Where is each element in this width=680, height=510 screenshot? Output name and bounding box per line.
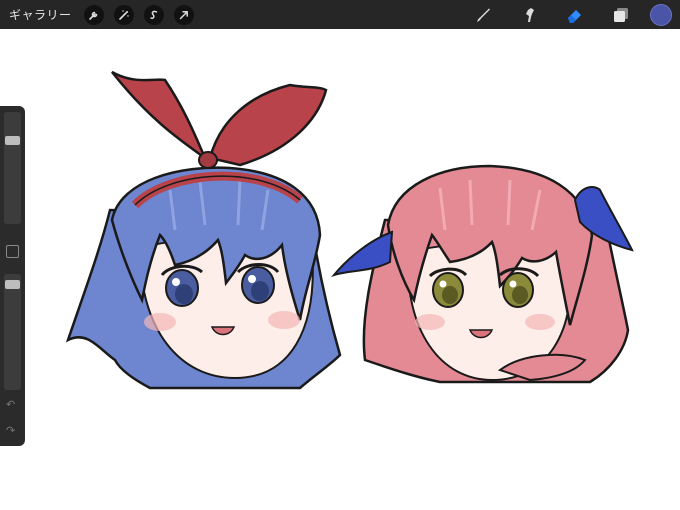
drawing-canvas[interactable]: [0, 29, 680, 510]
wrench-icon[interactable]: [83, 4, 104, 25]
selection-s-icon[interactable]: [143, 4, 164, 25]
color-picker-swatch[interactable]: [650, 3, 672, 26]
magic-wand-icon[interactable]: [113, 4, 134, 25]
eraser-icon[interactable]: [560, 0, 590, 29]
gallery-button[interactable]: ギャラリー: [9, 6, 72, 23]
pink-hair-girl-drawing: [331, 164, 634, 384]
top-toolbar: ギャラリー: [0, 0, 680, 29]
blue-hair-girl-drawing: [65, 70, 342, 390]
brush-icon[interactable]: [468, 0, 498, 29]
transform-arrow-icon[interactable]: [173, 4, 194, 25]
smudge-icon[interactable]: [514, 0, 544, 29]
layers-icon[interactable]: [606, 0, 636, 29]
right-tool-group: [452, 0, 680, 29]
